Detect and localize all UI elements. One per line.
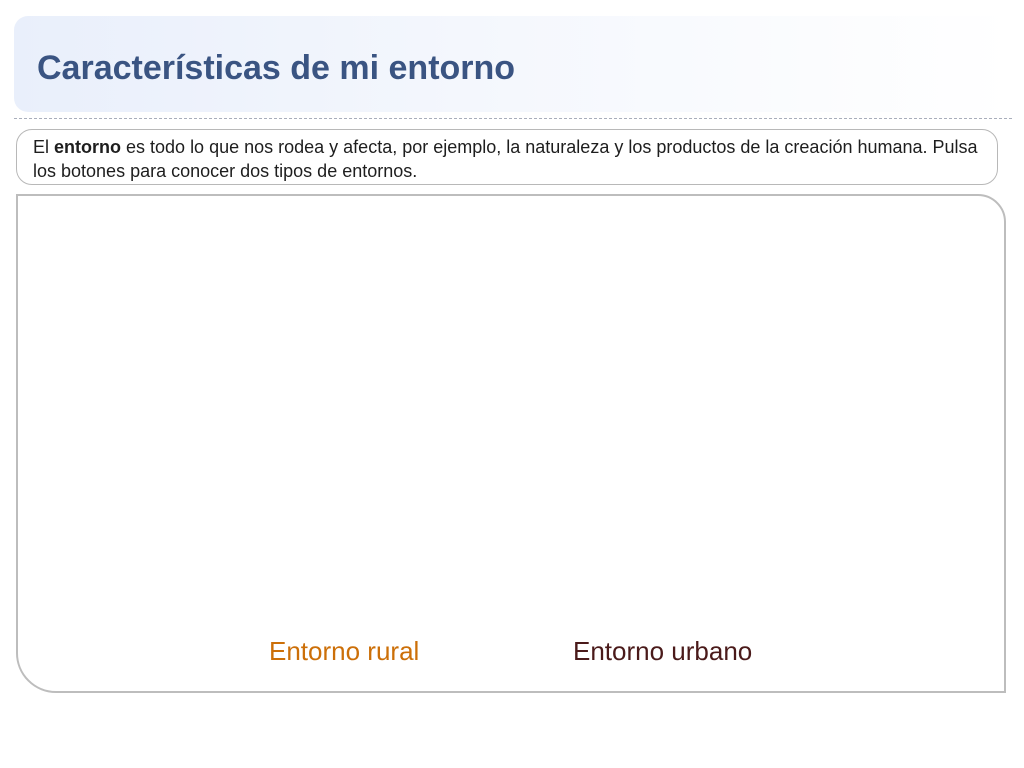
intro-prefix: El: [33, 137, 55, 157]
intro-keyword: entorno: [54, 137, 122, 157]
intro-text: El entorno es todo lo que nos rodea y af…: [33, 135, 983, 183]
intro-box: El entorno es todo lo que nos rodea y af…: [16, 129, 998, 185]
rural-environment-button[interactable]: Entorno rural: [269, 634, 419, 668]
page-title: Características de mi entorno: [37, 49, 516, 87]
urban-environment-button[interactable]: Entorno urbano: [573, 634, 752, 668]
dashed-divider: [14, 118, 1012, 119]
content-panel: Entorno rural Entorno urbano: [16, 194, 1006, 693]
header-banner: Características de mi entorno: [14, 16, 1014, 112]
intro-body: es todo lo que nos rodea y afecta, por e…: [33, 137, 978, 181]
